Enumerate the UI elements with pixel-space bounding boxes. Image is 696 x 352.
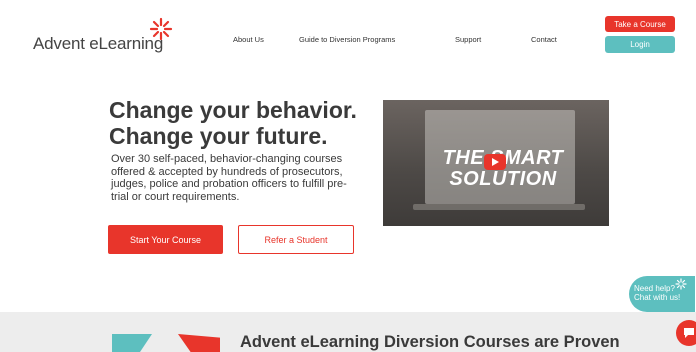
sunburst-icon xyxy=(149,17,173,41)
hero-title-line2: Change your future. xyxy=(109,123,328,149)
logo-text[interactable]: Advent eLearning xyxy=(33,34,163,54)
video-overlay-line2: SOLUTION xyxy=(449,168,557,190)
hero-title-line1: Change your behavior. xyxy=(109,97,357,123)
nav-guide-to-diversion[interactable]: Guide to Diversion Programs xyxy=(299,35,395,44)
chat-prompt-line2: Chat with us! xyxy=(634,293,681,302)
chat-sunburst-icon xyxy=(675,278,687,290)
take-a-course-button[interactable]: Take a Course xyxy=(605,16,675,32)
login-button[interactable]: Login xyxy=(605,36,675,53)
page: Advent eLearning About Us Guide to Diver… xyxy=(0,0,696,352)
start-your-course-button[interactable]: Start Your Course xyxy=(108,225,223,254)
hero-title: Change your behavior. Change your future… xyxy=(109,97,359,149)
nav-about-us[interactable]: About Us xyxy=(233,35,264,44)
nav-support[interactable]: Support xyxy=(455,35,481,44)
nav-contact[interactable]: Contact xyxy=(531,35,557,44)
hero-description: Over 30 self-paced, behavior-changing co… xyxy=(111,153,347,203)
refer-a-student-button[interactable]: Refer a Student xyxy=(238,225,354,254)
site-header: Advent eLearning About Us Guide to Diver… xyxy=(0,0,696,70)
proven-section-heading: Advent eLearning Diversion Courses are P… xyxy=(240,333,620,351)
chat-speech-icon xyxy=(684,328,694,338)
chat-icon[interactable] xyxy=(676,320,696,346)
play-icon[interactable] xyxy=(484,154,506,170)
video-laptop-base xyxy=(413,204,585,210)
play-triangle-icon xyxy=(492,158,499,166)
